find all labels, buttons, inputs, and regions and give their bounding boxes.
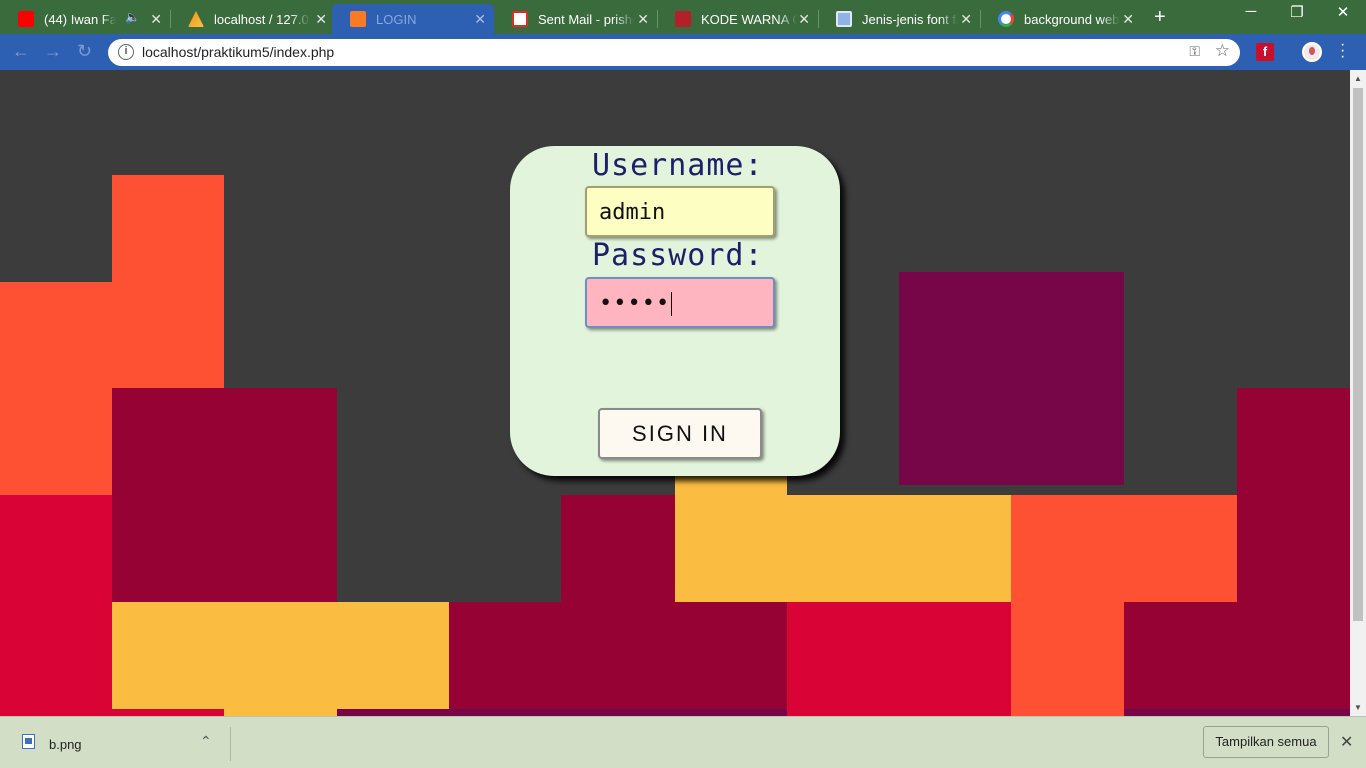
flash-extension-icon[interactable]: f [1256,43,1274,61]
key-icon[interactable]: ⚿ [1189,43,1200,60]
bg-block [787,495,1011,602]
tab-font-family[interactable]: Jenis-jenis font fam ✕ [818,4,980,34]
speaker-icon[interactable]: 🔈 [125,10,140,24]
close-tab-icon[interactable]: ✕ [474,11,486,28]
bg-block [112,388,337,602]
divider [230,727,231,761]
close-window-button[interactable]: ✕ [1320,3,1366,21]
bg-block [112,602,449,709]
reload-button[interactable]: ↻ [77,41,92,62]
bg-block [561,495,675,602]
bg-block [0,495,112,716]
username-input[interactable]: admin [585,186,775,237]
tab-kode-warna[interactable]: KODE WARNA CSS ✕ [657,4,818,34]
new-tab-button[interactable]: + [1154,6,1166,29]
info-icon[interactable]: i [118,44,134,60]
gmail-icon [512,11,528,27]
menu-dots-icon[interactable]: · · · [1340,37,1345,65]
tab-phpmyadmin[interactable]: localhost / 127.0.0.1 ✕ [170,4,335,34]
login-form: Username: admin Password: ••••• SIGN IN [510,146,840,476]
close-tab-icon[interactable]: ✕ [960,11,972,28]
download-file-name[interactable]: b.png [49,737,82,752]
url-text[interactable]: localhost/praktikum5/index.php [142,44,334,60]
close-tab-icon[interactable]: ✕ [637,11,649,28]
close-tab-icon[interactable]: ✕ [315,11,327,28]
forward-button[interactable]: → [44,41,62,62]
bg-block [0,282,112,495]
tab-google[interactable]: background web h ✕ [980,4,1142,34]
bookmark-star-icon[interactable]: ☆ [1215,41,1230,61]
password-label: Password: [592,238,764,273]
address-bar[interactable]: i localhost/praktikum5/index.php ⚿ ☆ [108,39,1240,66]
bg-block [112,175,224,388]
monitor-icon [836,11,852,27]
youtube-icon [18,11,34,27]
bg-block [449,602,787,709]
site-icon [675,11,691,27]
close-tab-icon[interactable]: ✕ [1122,11,1134,28]
image-file-icon[interactable] [22,734,35,749]
close-tab-icon[interactable]: ✕ [798,11,810,28]
scrollbar-thumb[interactable] [1353,88,1363,621]
close-tab-icon[interactable]: ✕ [150,11,162,28]
bg-block [224,709,337,716]
sign-in-button[interactable]: SIGN IN [598,408,762,459]
bg-block [337,709,787,716]
tab-gmail[interactable]: Sent Mail - prishe ✕ [494,4,657,34]
scroll-down-icon[interactable]: ▼ [1354,703,1362,712]
restore-button[interactable]: ❐ [1274,3,1320,21]
show-all-button[interactable]: Tampilkan semua [1203,726,1329,758]
page-scrollbar[interactable]: ▲ ▼ [1350,70,1366,716]
google-icon [998,11,1014,27]
password-input[interactable]: ••••• [585,277,775,328]
minimize-button[interactable]: ─ [1228,3,1274,20]
tab-login[interactable]: LOGIN ✕ [332,4,494,34]
bg-block [112,709,224,716]
bg-block [899,272,1124,485]
tab-strip: (44) Iwan Fals 🔈 ✕ localhost / 127.0.0.1… [0,0,1366,34]
bg-block [675,475,787,602]
bg-block [1124,602,1350,709]
text-caret [671,292,673,316]
username-label: Username: [592,148,764,183]
bg-block [1124,709,1350,716]
chevron-up-icon[interactable]: ⌃ [200,733,212,750]
scroll-up-icon[interactable]: ▲ [1354,74,1362,83]
bg-block [1237,388,1350,602]
bg-block [1011,495,1237,602]
xampp-icon [350,11,366,27]
back-button[interactable]: ← [12,41,30,62]
close-shelf-icon[interactable]: ✕ [1340,732,1353,752]
bg-block [787,602,1011,716]
download-shelf: b.png ⌃ Tampilkan semua ✕ [0,716,1366,768]
bg-block [1011,602,1124,716]
profile-avatar[interactable] [1302,42,1322,62]
tab-youtube[interactable]: (44) Iwan Fals 🔈 ✕ [0,4,170,34]
phpmyadmin-icon [188,11,204,27]
